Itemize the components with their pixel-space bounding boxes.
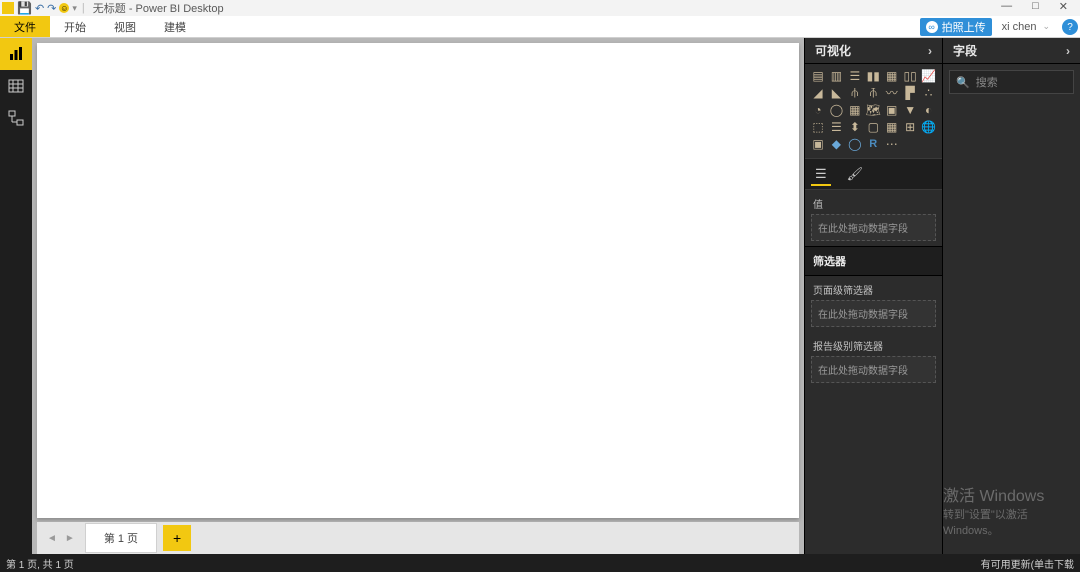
more-visuals-icon[interactable]: ⋯ <box>883 135 901 152</box>
fields-header[interactable]: 字段 › <box>943 38 1080 64</box>
format-tab[interactable]: 🖌 <box>843 162 868 186</box>
report-view-button[interactable] <box>0 38 32 70</box>
undo-icon[interactable]: ↶ <box>35 2 44 15</box>
treemap-icon[interactable]: ▦ <box>846 101 864 118</box>
app-icon <box>2 2 14 14</box>
tab-modeling[interactable]: 建模 <box>150 16 200 37</box>
help-button[interactable]: ? <box>1062 19 1078 35</box>
stacked-bar-chart-icon[interactable]: ▤ <box>809 67 827 84</box>
report-filters-drop-well[interactable]: 在此处拖动数据字段 <box>811 356 936 383</box>
viz-format-tabs: ☰ 🖌 <box>805 158 942 190</box>
card-icon[interactable]: ⬚ <box>809 118 827 135</box>
visualizations-panel: 可视化 › ▤ ▥ ☰ ▮▮ ▦ ▯▯ 📈 ◢ ◣ ⫛ ⫚ 〰 ▛ ∴ ◔ ◯ … <box>804 38 942 554</box>
chevron-right-icon: › <box>928 44 932 58</box>
feedback-icon[interactable]: ☺ <box>59 3 69 13</box>
slicer-icon[interactable]: ▢ <box>864 118 882 135</box>
fields-tab[interactable]: ☰ <box>811 162 831 186</box>
gauge-icon[interactable]: ◐ <box>920 101 938 118</box>
search-icon: 🔍 <box>956 76 970 89</box>
key-influencers-icon[interactable]: ◯ <box>846 135 864 152</box>
area-chart-icon[interactable]: ◢ <box>809 84 827 101</box>
maximize-button[interactable]: □ <box>1032 0 1039 13</box>
window-title: 无标题 - Power BI Desktop <box>93 0 224 16</box>
visualization-gallery: ▤ ▥ ☰ ▮▮ ▦ ▯▯ 📈 ◢ ◣ ⫛ ⫚ 〰 ▛ ∴ ◔ ◯ ▦ 🗺 ▣ … <box>805 64 942 155</box>
kpi-icon[interactable]: ⬍ <box>846 118 864 135</box>
chevron-down-icon: ⌄ <box>1042 21 1050 32</box>
page-tab-1[interactable]: 第 1 页 <box>85 523 157 553</box>
windows-activation-watermark: 激活 Windows 转到"设置"以激活 Windows。 <box>943 482 1072 538</box>
waterfall-chart-icon[interactable]: ▛ <box>901 84 919 101</box>
page-info: 第 1 页, 共 1 页 <box>6 556 74 571</box>
minimize-button[interactable]: — <box>1001 0 1012 13</box>
view-rail <box>0 38 32 554</box>
donut-chart-icon[interactable]: ◯ <box>827 101 845 118</box>
scatter-chart-icon[interactable]: ∴ <box>920 84 938 101</box>
report-canvas[interactable] <box>37 43 799 518</box>
qat-dropdown-icon[interactable]: ▾ <box>72 3 77 14</box>
values-drop-well[interactable]: 在此处拖动数据字段 <box>811 214 936 241</box>
data-view-button[interactable] <box>0 70 32 102</box>
line-stacked-column-icon[interactable]: ⫛ <box>846 84 864 101</box>
hundred-stacked-column-icon[interactable]: ▯▯ <box>901 67 919 84</box>
quick-access-toolbar: 💾 ↶ ↷ ☺ ▾ | <box>2 1 87 15</box>
line-chart-icon[interactable]: 📈 <box>920 67 938 84</box>
file-tab[interactable]: 文件 <box>0 16 50 37</box>
add-page-button[interactable]: + <box>163 525 191 551</box>
tab-home[interactable]: 开始 <box>50 16 100 37</box>
map-icon[interactable]: 🗺 <box>864 101 882 118</box>
arcgis-icon[interactable]: 🌐 <box>920 118 938 135</box>
ribbon: 文件 开始 视图 建模 ∞ 拍照上传 xi chen ⌄ ? <box>0 16 1080 38</box>
chevron-right-icon: › <box>1066 44 1070 58</box>
bar-chart-icon <box>8 46 24 62</box>
status-bar: 第 1 页, 共 1 页 有可用更新(单击下载 <box>0 554 1080 572</box>
values-label: 值 <box>805 190 942 214</box>
stacked-area-chart-icon[interactable]: ◣ <box>827 84 845 101</box>
fields-body: 激活 Windows 转到"设置"以激活 Windows。 <box>943 100 1080 554</box>
filled-map-icon[interactable]: ▣ <box>883 101 901 118</box>
fields-panel: 字段 › 🔍 搜索 激活 Windows 转到"设置"以激活 Windows。 <box>942 38 1080 554</box>
r-script-visual-icon[interactable]: R <box>864 135 882 152</box>
multi-row-card-icon[interactable]: ☰ <box>827 118 845 135</box>
visualizations-header[interactable]: 可视化 › <box>805 38 942 64</box>
user-label[interactable]: xi chen ⌄ <box>994 16 1058 37</box>
save-icon[interactable]: 💾 <box>17 1 32 15</box>
clustered-column-chart-icon[interactable]: ▮▮ <box>864 67 882 84</box>
ribbon-chart-icon[interactable]: 〰 <box>883 84 901 101</box>
close-button[interactable]: ✕ <box>1059 0 1068 13</box>
stacked-column-chart-icon[interactable]: ▥ <box>827 67 845 84</box>
power-apps-icon[interactable]: ▣ <box>809 135 827 152</box>
main-area: ◄ ► 第 1 页 + 可视化 › ▤ ▥ ☰ ▮▮ ▦ ▯▯ 📈 ◢ ◣ ⫛ … <box>0 38 1080 554</box>
page-tabs: ◄ ► 第 1 页 + <box>37 522 799 554</box>
tab-view[interactable]: 视图 <box>100 16 150 37</box>
window-controls: — □ ✕ <box>1001 0 1080 13</box>
next-page-button[interactable]: ► <box>61 533 79 544</box>
filters-header: 筛选器 <box>805 246 942 276</box>
report-filters-label: 报告级别筛选器 <box>805 332 942 356</box>
cloud-upload-label: 拍照上传 <box>942 19 986 35</box>
table-icon <box>8 78 24 94</box>
fields-search[interactable]: 🔍 搜索 <box>949 70 1074 94</box>
clustered-bar-chart-icon[interactable]: ☰ <box>846 67 864 84</box>
line-clustered-column-icon[interactable]: ⫚ <box>864 84 882 101</box>
funnel-icon[interactable]: ▼ <box>901 101 919 118</box>
redo-icon[interactable]: ↷ <box>47 2 56 15</box>
table-visual-icon[interactable]: ▦ <box>883 118 901 135</box>
page-filters-drop-well[interactable]: 在此处拖动数据字段 <box>811 300 936 327</box>
model-view-button[interactable] <box>0 102 32 134</box>
matrix-icon[interactable]: ⊞ <box>901 118 919 135</box>
update-available-label[interactable]: 有可用更新(单击下载 <box>981 556 1074 571</box>
cloud-icon: ∞ <box>926 21 938 33</box>
hundred-stacked-bar-icon[interactable]: ▦ <box>883 67 901 84</box>
relationship-icon <box>8 110 24 126</box>
cloud-upload-button[interactable]: ∞ 拍照上传 <box>920 18 992 36</box>
python-visual-icon[interactable]: ◆ <box>827 135 845 152</box>
canvas-zone: ◄ ► 第 1 页 + <box>32 38 804 554</box>
prev-page-button[interactable]: ◄ <box>43 533 61 544</box>
pie-chart-icon[interactable]: ◔ <box>809 101 827 118</box>
page-filters-label: 页面级筛选器 <box>805 276 942 300</box>
search-placeholder: 搜索 <box>976 74 998 90</box>
title-bar: 💾 ↶ ↷ ☺ ▾ | 无标题 - Power BI Desktop — □ ✕ <box>0 0 1080 16</box>
separator: | <box>82 2 85 14</box>
